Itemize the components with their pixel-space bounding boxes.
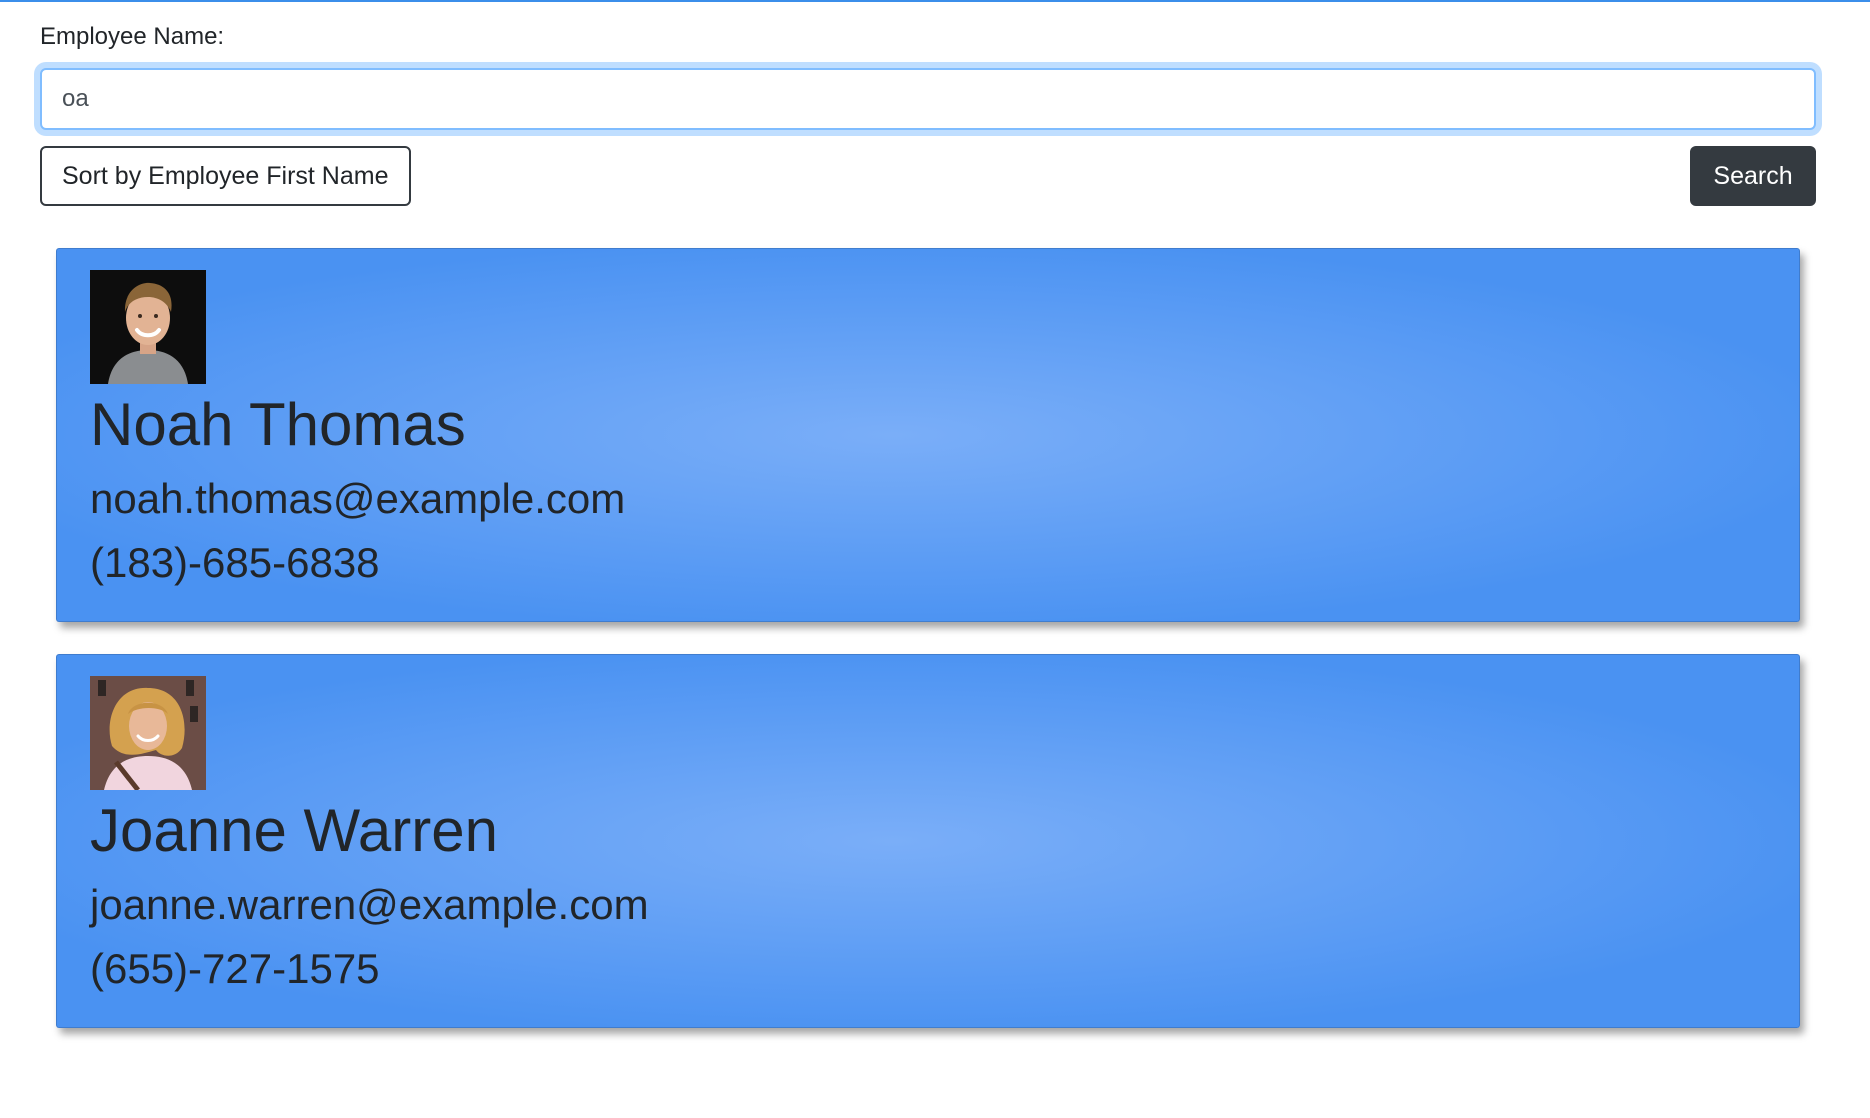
employee-card: Noah Thomas noah.thomas@example.com (183… <box>56 248 1800 622</box>
employee-card: Joanne Warren joanne.warren@example.com … <box>56 654 1800 1028</box>
employee-avatar <box>90 270 206 384</box>
person-photo-icon <box>90 676 206 790</box>
top-accent-line <box>0 0 1870 2</box>
employee-name-input[interactable] <box>40 68 1816 130</box>
employee-name: Joanne Warren <box>90 797 498 864</box>
person-photo-icon <box>90 270 206 384</box>
search-button[interactable]: Search <box>1690 146 1816 206</box>
employee-name-label: Employee Name: <box>40 23 225 50</box>
employee-card-list: Noah Thomas noah.thomas@example.com (183… <box>56 248 1800 1060</box>
employee-avatar <box>90 676 206 790</box>
sort-by-first-name-button[interactable]: Sort by Employee First Name <box>40 146 411 206</box>
employee-phone: (183)-685-6838 <box>90 539 380 586</box>
employee-name: Noah Thomas <box>90 391 466 458</box>
employee-email: noah.thomas@example.com <box>90 475 626 522</box>
employee-phone: (655)-727-1575 <box>90 945 380 992</box>
employee-email: joanne.warren@example.com <box>90 881 649 928</box>
